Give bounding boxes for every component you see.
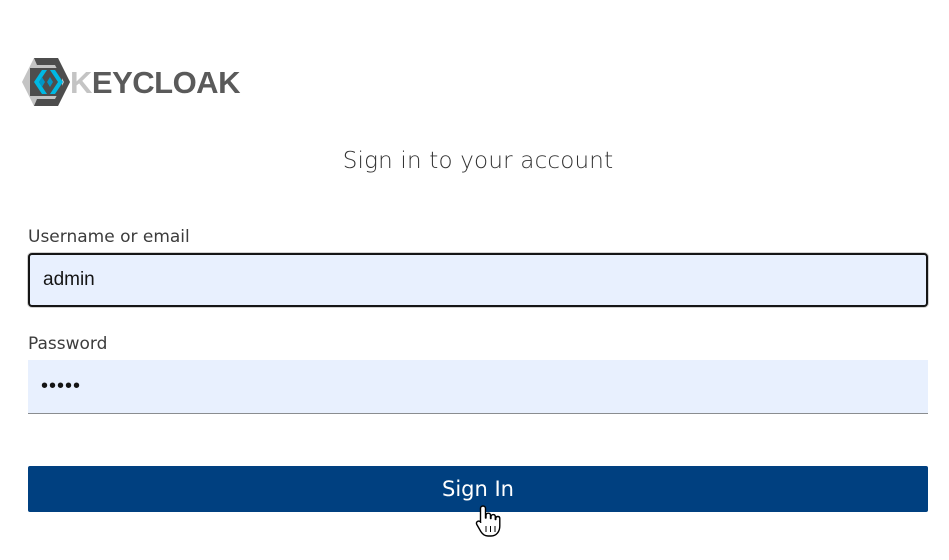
keycloak-logo: K EYCLOAK — [20, 56, 240, 108]
hand-pointer-icon — [475, 505, 501, 537]
username-input[interactable]: admin — [28, 253, 928, 307]
username-value: admin — [43, 269, 95, 290]
password-label: Password — [28, 334, 108, 354]
keycloak-wordmark: K EYCLOAK — [70, 67, 240, 98]
logo-text-rest: EYCLOAK — [91, 64, 241, 100]
logo-letter-k: K — [70, 64, 92, 100]
password-value: ••••• — [41, 375, 82, 397]
password-input[interactable]: ••••• — [28, 360, 928, 414]
keycloak-hexagon-icon — [22, 58, 70, 106]
page-title: Sign in to your account — [342, 148, 614, 174]
username-label: Username or email — [28, 227, 190, 247]
login-page: K EYCLOAK Sign in to your account Usernam… — [0, 0, 949, 560]
